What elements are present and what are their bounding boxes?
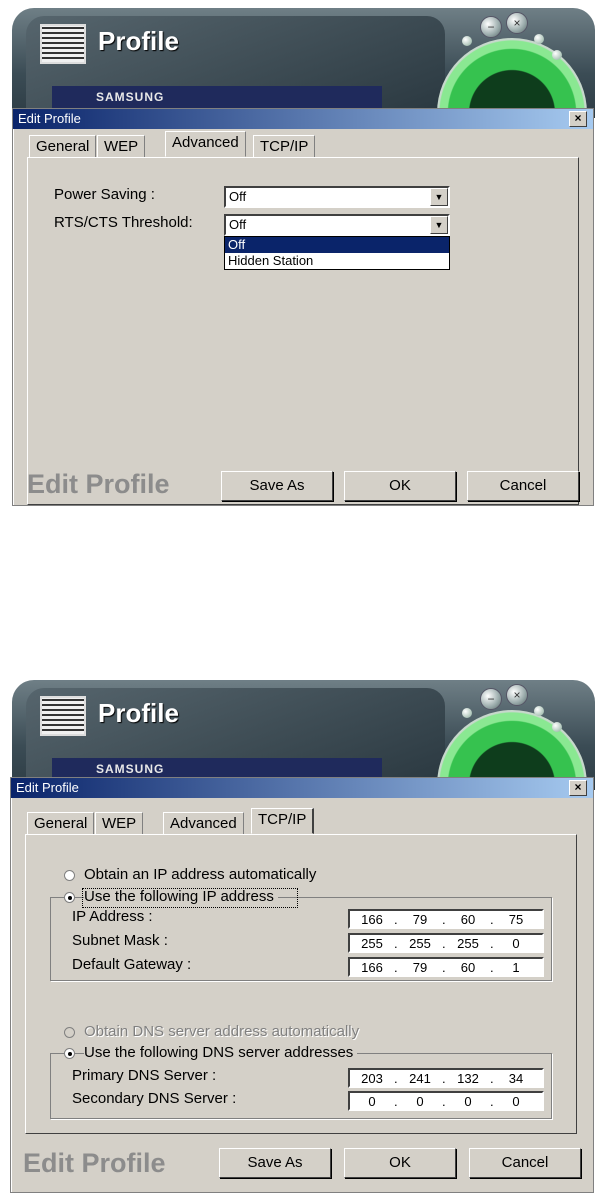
tab-general[interactable]: General xyxy=(29,135,97,157)
skin-button-dot[interactable] xyxy=(534,706,544,716)
tab-strip: General WEP Advanced TCP/IP xyxy=(27,808,357,834)
octet: 255 xyxy=(457,936,479,951)
ok-button[interactable]: OK xyxy=(344,471,456,501)
tab-panel-tcpip: Obtain an IP address automatically Use t… xyxy=(25,834,577,1134)
close-icon[interactable]: × xyxy=(506,684,528,706)
footer-title: Edit Profile xyxy=(27,469,170,499)
octet: 60 xyxy=(460,960,476,975)
octet: 79 xyxy=(412,960,428,975)
ip-address-label: IP Address : xyxy=(72,908,153,925)
close-icon[interactable]: × xyxy=(506,12,528,34)
ip-manual-radio[interactable] xyxy=(64,892,75,903)
skin-button-dot[interactable] xyxy=(462,708,472,718)
cancel-button[interactable]: Cancel xyxy=(469,1148,581,1178)
default-gateway-label: Default Gateway : xyxy=(72,956,192,973)
octet: 166 xyxy=(361,960,383,975)
edit-profile-dialog-tcpip: Edit Profile × General WEP Advanced TCP/… xyxy=(10,777,594,1193)
save-as-button[interactable]: Save As xyxy=(219,1148,331,1178)
rts-cts-options: Off Hidden Station xyxy=(224,236,450,270)
octet: 0 xyxy=(512,1094,520,1109)
dropdown-arrow-icon[interactable]: ▼ xyxy=(430,216,448,234)
minimize-icon[interactable]: − xyxy=(480,688,502,710)
app-title: Profile xyxy=(98,698,179,728)
primary-dns-label: Primary DNS Server : xyxy=(72,1067,217,1084)
skin-button-dot[interactable] xyxy=(552,50,562,60)
octet: 0 xyxy=(416,1094,424,1109)
subnet-mask-field[interactable]: 255. 255. 255. 0 xyxy=(348,933,544,953)
octet: 0 xyxy=(512,936,520,951)
minimize-icon[interactable]: − xyxy=(480,16,502,38)
ok-button[interactable]: OK xyxy=(344,1148,456,1178)
subnet-mask-label: Subnet Mask : xyxy=(72,932,168,949)
app-logo-icon xyxy=(40,696,86,736)
option-hidden-station[interactable]: Hidden Station xyxy=(225,253,449,269)
tab-strip: General WEP Advanced TCP/IP xyxy=(29,131,359,157)
tab-tcpip[interactable]: TCP/IP xyxy=(251,808,315,834)
app-skin-top: Profile SAMSUNG − × xyxy=(12,8,595,118)
dns-manual-label[interactable]: Use the following DNS server addresses xyxy=(84,1044,358,1061)
primary-dns-field[interactable]: 203. 241. 132. 34 xyxy=(348,1068,544,1088)
status-ring-icon xyxy=(437,38,587,118)
skin-button-dot[interactable] xyxy=(462,36,472,46)
power-saving-label: Power Saving : xyxy=(54,186,155,203)
dialog-titlebar: Edit Profile × xyxy=(11,778,593,798)
tab-advanced[interactable]: Advanced xyxy=(165,131,246,157)
dialog-close-button[interactable]: × xyxy=(569,111,587,127)
skin-button-dot[interactable] xyxy=(534,34,544,44)
octet: 75 xyxy=(508,912,524,927)
power-saving-value: Off xyxy=(229,189,247,204)
dns-auto-label: Obtain DNS server address automatically xyxy=(84,1023,360,1040)
octet: 60 xyxy=(460,912,476,927)
save-as-button[interactable]: Save As xyxy=(221,471,333,501)
app-title: Profile xyxy=(98,26,179,56)
octet: 255 xyxy=(409,936,431,951)
cancel-button[interactable]: Cancel xyxy=(467,471,579,501)
octet: 166 xyxy=(361,912,383,927)
tab-wep[interactable]: WEP xyxy=(95,812,144,834)
rts-cts-value: Off xyxy=(229,217,247,232)
rts-cts-label: RTS/CTS Threshold: xyxy=(54,214,193,231)
footer-title: Edit Profile xyxy=(23,1148,166,1178)
focus-outline xyxy=(82,888,298,908)
tab-wep[interactable]: WEP xyxy=(97,135,146,157)
dialog-title: Edit Profile xyxy=(18,111,81,126)
tab-general[interactable]: General xyxy=(27,812,95,834)
tab-tcpip[interactable]: TCP/IP xyxy=(253,135,316,157)
dropdown-arrow-icon[interactable]: ▼ xyxy=(430,188,448,206)
skin-button-dot[interactable] xyxy=(552,722,562,732)
edit-profile-dialog-advanced: Edit Profile × General WEP Advanced TCP/… xyxy=(12,108,594,506)
secondary-dns-label: Secondary DNS Server : xyxy=(72,1090,237,1107)
app-skin-bottom: Profile SAMSUNG − × xyxy=(12,680,595,790)
default-gateway-field[interactable]: 166. 79. 60. 1 xyxy=(348,957,544,977)
octet: 34 xyxy=(508,1071,524,1086)
tab-advanced[interactable]: Advanced xyxy=(163,812,244,834)
rts-cts-select[interactable]: Off ▼ xyxy=(224,214,450,236)
dns-auto-radio xyxy=(64,1027,75,1038)
octet: 79 xyxy=(412,912,428,927)
octet: 132 xyxy=(457,1071,479,1086)
dialog-title: Edit Profile xyxy=(16,780,79,795)
octet: 241 xyxy=(409,1071,431,1086)
octet: 0 xyxy=(464,1094,472,1109)
dialog-close-button[interactable]: × xyxy=(569,780,587,796)
octet: 0 xyxy=(368,1094,376,1109)
ip-address-field[interactable]: 166. 79. 60. 75 xyxy=(348,909,544,929)
octet: 255 xyxy=(361,936,383,951)
ip-auto-radio[interactable] xyxy=(64,870,75,881)
dialog-titlebar: Edit Profile × xyxy=(13,109,593,129)
ip-auto-label[interactable]: Obtain an IP address automatically xyxy=(84,866,316,883)
dns-manual-radio[interactable] xyxy=(64,1048,75,1059)
app-logo-icon xyxy=(40,24,86,64)
secondary-dns-field[interactable]: 0. 0. 0. 0 xyxy=(348,1091,544,1111)
octet: 1 xyxy=(512,960,520,975)
option-off[interactable]: Off xyxy=(225,237,449,253)
tab-panel-advanced: Power Saving : Off ▼ RTS/CTS Threshold: … xyxy=(27,157,579,505)
octet: 203 xyxy=(361,1071,383,1086)
power-saving-select[interactable]: Off ▼ xyxy=(224,186,450,208)
